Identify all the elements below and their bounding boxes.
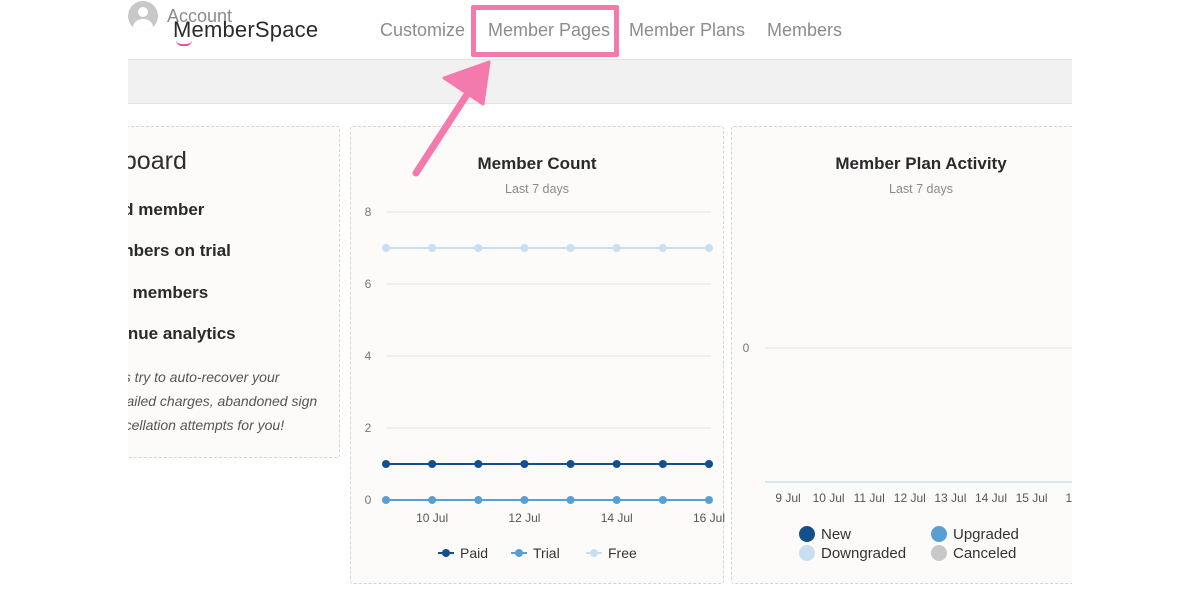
logo-text: MemberSpace [173, 17, 319, 42]
data-point-trial [382, 496, 390, 504]
dashboard-card: nboard aid member embers on trial ee mem… [128, 126, 340, 458]
legend-marker-downgraded [799, 545, 815, 561]
data-point-paid [428, 460, 437, 468]
legend-marker-trial [515, 549, 523, 557]
data-point-trial [566, 496, 575, 504]
data-point-free [474, 244, 483, 252]
data-point-paid [705, 460, 713, 468]
legend-label-new: New [821, 526, 851, 543]
legend-label-downgraded: Downgraded [821, 545, 906, 562]
data-point-free [612, 244, 621, 252]
x-tick-label: 15 Jul [1016, 491, 1048, 505]
y-tick-label: 0 [743, 341, 750, 355]
legend-label-trial: Trial [533, 545, 560, 561]
data-point-paid [382, 460, 390, 468]
nav-link-member-plans[interactable]: Member Plans [629, 20, 745, 41]
x-tick-label: 11 Jul [854, 491, 885, 505]
x-tick-label: 16 Jul [693, 511, 725, 525]
legend-label-upgraded: Upgraded [953, 526, 1019, 543]
data-point-free [428, 244, 437, 252]
data-point-paid [658, 460, 667, 468]
nav-link-members[interactable]: Members [767, 20, 842, 41]
dashboard-item-paid: aid member [128, 200, 205, 219]
dashboard-note-line: ays try to auto-recover your [128, 369, 280, 385]
legend-marker-canceled [931, 545, 947, 561]
x-tick-label: 16 [1066, 491, 1072, 505]
data-point-paid [474, 460, 483, 468]
x-tick-label: 14 Jul [975, 491, 1007, 505]
legend-marker-paid [442, 549, 450, 557]
data-point-trial [705, 496, 713, 504]
dashboard-note: ays try to auto-recover your 's failed c… [128, 365, 339, 437]
data-point-free [658, 244, 667, 252]
highlight-box [471, 5, 619, 57]
y-tick-label: 2 [365, 421, 372, 435]
sub-header-bar [128, 59, 1072, 104]
data-point-free [520, 244, 529, 252]
data-point-paid [612, 460, 621, 468]
x-tick-label: 9 Jul [775, 491, 800, 505]
dashboard-title: nboard [128, 147, 187, 175]
legend-label-canceled: Canceled [953, 545, 1016, 562]
y-tick-label: 6 [365, 277, 372, 291]
dashboard-item-trial: embers on trial [128, 241, 231, 260]
dashboard-note-line: ancellation attempts for you! [128, 417, 285, 433]
x-tick-label: 12 Jul [508, 511, 540, 525]
legend-marker-free [590, 549, 598, 557]
data-point-trial [428, 496, 437, 504]
x-tick-label: 10 Jul [416, 511, 448, 525]
legend-label-paid: Paid [460, 545, 488, 561]
x-tick-label: 10 Jul [813, 491, 845, 505]
member-count-chart: 0 2 4 6 8 10 Jul 12 Jul 14 Jul 16 Jul Paid Trial Fr… [365, 205, 725, 561]
y-tick-label: 8 [365, 205, 372, 219]
data-point-free [566, 244, 575, 252]
memberspace-logo[interactable]: MemberSpace [173, 17, 319, 46]
y-tick-label: 0 [365, 493, 372, 507]
legend-marker-upgraded [931, 526, 947, 542]
plan-activity-chart: 0 9 Jul 10 Jul 11 Jul 12 Jul 13 Jul 14 Jul 15 J… [743, 341, 1072, 562]
data-point-paid [520, 460, 529, 468]
data-point-free [705, 244, 713, 252]
data-point-paid [566, 460, 575, 468]
y-tick-label: 4 [365, 349, 372, 363]
x-tick-label: 13 Jul [934, 491, 966, 505]
data-point-free [382, 244, 390, 252]
legend-marker-new [799, 526, 815, 542]
x-tick-label: 14 Jul [601, 511, 633, 525]
plan-activity-card: Member Plan Activity Last 7 days 09 Jul 1… [731, 126, 1072, 584]
app-frame: MemberSpace Customize Member Pages Membe… [128, 0, 1072, 600]
data-point-trial [474, 496, 483, 504]
nav-link-customize[interactable]: Customize [380, 20, 465, 41]
legend-label-free: Free [608, 545, 637, 561]
data-point-trial [520, 496, 529, 504]
dashboard-item-free: ee members [128, 283, 209, 302]
dashboard-item-revenue: venue analytics [128, 324, 236, 343]
avatar-icon [128, 1, 158, 31]
data-point-trial [658, 496, 667, 504]
dashboard-note-line: 's failed charges, abandoned sign [128, 393, 318, 409]
member-count-card: Member Count Last 7 days 0 2 4 6 8 10 Jul 12 J… [350, 126, 725, 584]
x-tick-label: 12 Jul [894, 491, 926, 505]
data-point-trial [612, 496, 621, 504]
logo-smile-mark [176, 40, 192, 46]
